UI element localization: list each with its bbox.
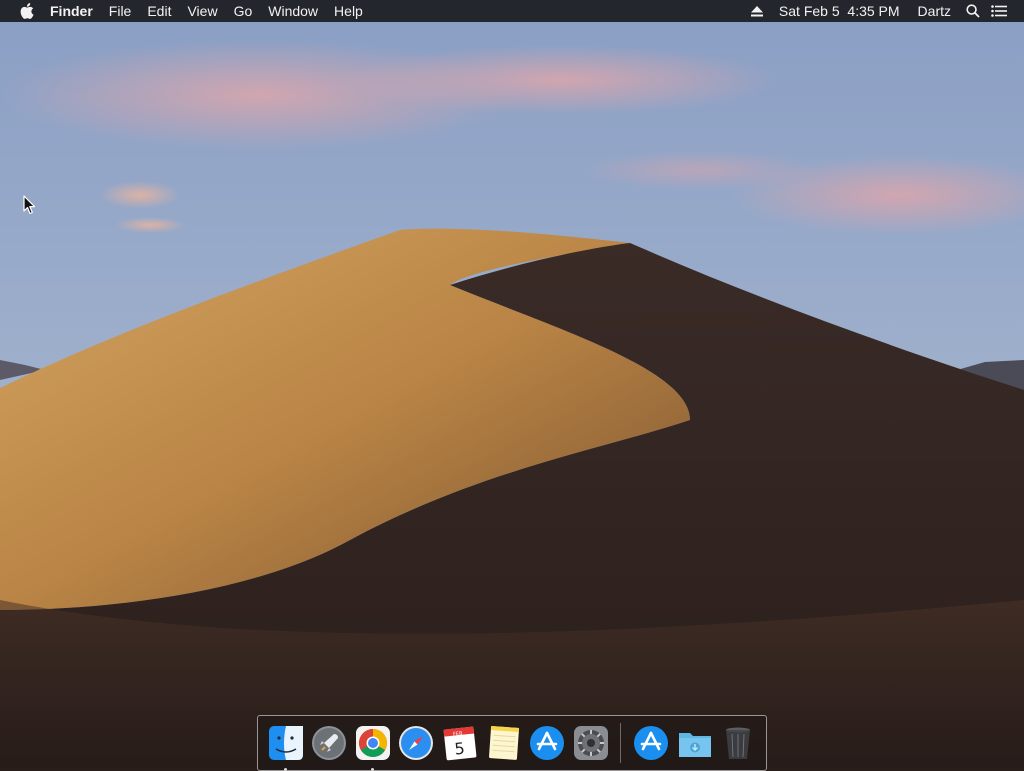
applications-stack-icon [634, 726, 669, 760]
menu-bar-status: Sat Feb 5 4:35 PM Dartz [744, 0, 1024, 22]
downloads-folder-icon [678, 733, 711, 757]
dock-app-app-store[interactable] [525, 721, 569, 765]
list-icon[interactable] [988, 0, 1010, 22]
menu-help[interactable]: Help [326, 0, 371, 22]
launchpad-icon [312, 726, 347, 760]
calendar-month: FEB [453, 731, 464, 738]
menu-file[interactable]: File [101, 0, 140, 22]
safari-icon [399, 726, 434, 760]
dock-app-launchpad[interactable] [308, 721, 352, 765]
desktop-wallpaper [0, 0, 1024, 768]
trash-icon [726, 727, 751, 759]
calendar-day: 5 [454, 739, 466, 759]
finder-icon [268, 726, 303, 760]
dock-separator [620, 723, 622, 763]
mouse-cursor-icon [23, 195, 36, 215]
apple-logo-icon[interactable] [18, 0, 36, 22]
calendar-icon: FEB 5 [443, 726, 477, 761]
search-icon[interactable] [962, 0, 984, 22]
eject-icon[interactable] [746, 0, 768, 22]
dock-stack-downloads[interactable] [673, 721, 717, 765]
dock-trash[interactable] [716, 721, 760, 765]
menu-view[interactable]: View [179, 0, 225, 22]
app-store-icon [530, 726, 565, 760]
menu-go[interactable]: Go [226, 0, 261, 22]
dock-stack-applications[interactable] [629, 721, 673, 765]
user-menu[interactable]: Dartz [909, 0, 960, 22]
system-preferences-icon [573, 726, 608, 760]
clock[interactable]: Sat Feb 5 4:35 PM [770, 0, 909, 22]
dock: FEB 5 [257, 715, 767, 771]
chrome-icon [355, 726, 390, 760]
dock-app-chrome[interactable] [351, 721, 395, 771]
menu-window[interactable]: Window [260, 0, 326, 22]
dock-app-notes[interactable] [482, 721, 526, 765]
menu-bar: Finder File Edit View Go Window Help Sat… [0, 0, 1024, 22]
dock-app-safari[interactable] [395, 721, 439, 765]
notes-icon [488, 726, 519, 760]
menu-bar-left: Finder File Edit View Go Window Help [0, 0, 371, 22]
dock-app-system-preferences[interactable] [569, 721, 613, 765]
dock-app-calendar[interactable]: FEB 5 [438, 721, 482, 765]
menu-edit[interactable]: Edit [139, 0, 179, 22]
dock-app-finder[interactable] [264, 721, 308, 771]
menu-app-name[interactable]: Finder [36, 0, 101, 22]
